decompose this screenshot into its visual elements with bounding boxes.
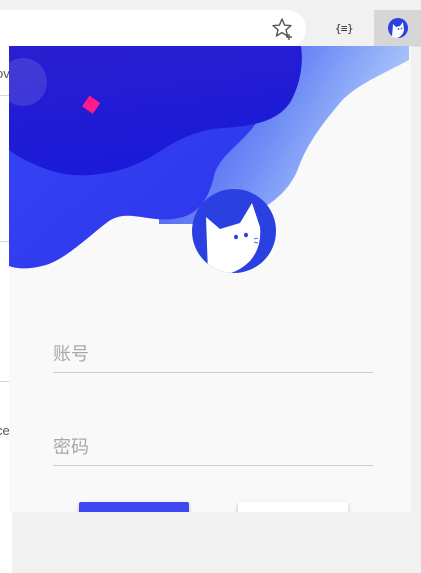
address-bar[interactable] <box>0 10 306 48</box>
register-button[interactable]: 注册 <box>238 502 348 512</box>
json-extension-icon[interactable]: {≡} <box>331 18 357 40</box>
cat-icon <box>388 18 408 38</box>
star-icon[interactable] <box>270 16 296 42</box>
cat-icon <box>206 203 261 273</box>
username-field[interactable] <box>53 338 373 373</box>
password-field[interactable] <box>53 431 373 466</box>
username-input[interactable] <box>53 338 373 370</box>
password-input[interactable] <box>53 431 373 463</box>
login-button[interactable]: 登陆 <box>79 502 189 512</box>
cat-extension-button[interactable] <box>374 10 421 46</box>
browser-toolbar: {≡} <box>0 0 421 48</box>
avatar <box>192 189 276 273</box>
login-popup: 登陆 注册 <box>9 46 411 512</box>
